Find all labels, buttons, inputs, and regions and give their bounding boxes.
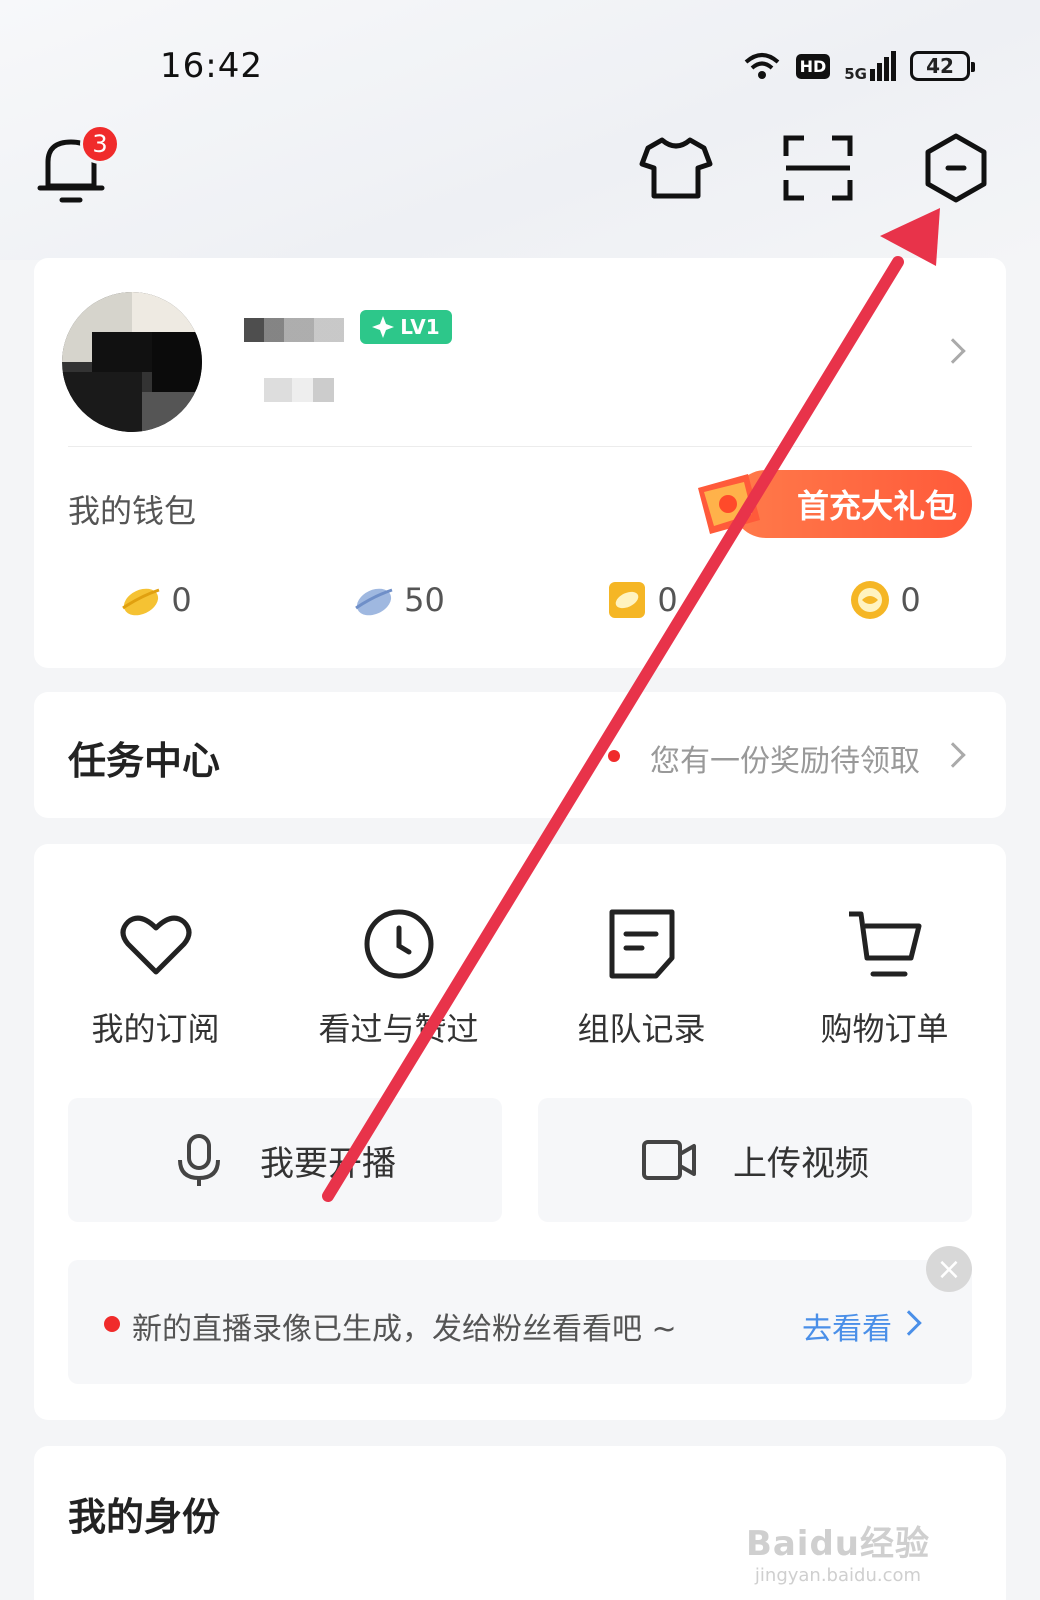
tshirt-icon[interactable] xyxy=(638,130,714,206)
user-id-blurred xyxy=(264,378,334,402)
history-likes-button[interactable]: 看过与赞过 xyxy=(277,904,520,1050)
watermark: Baidu经验 jingyan.baidu.com xyxy=(746,1516,930,1586)
silver-bean-icon xyxy=(355,588,393,616)
avatar[interactable] xyxy=(62,292,202,432)
chevron-right-icon xyxy=(896,1310,922,1336)
chevron-right-icon xyxy=(940,338,966,364)
scan-icon[interactable] xyxy=(780,130,856,206)
level-label: LV1 xyxy=(400,315,440,339)
coin-value: 0 xyxy=(900,581,921,619)
gold-bean-value: 0 xyxy=(171,581,192,619)
coupon-icon xyxy=(609,582,646,618)
task-reward-tip: 您有一份奖励待领取 xyxy=(650,744,920,779)
wallet-balances: 0 50 0 0 xyxy=(34,578,1006,622)
wallet-item-silver-bean[interactable]: 50 xyxy=(277,578,520,622)
status-icons: HD 5G 42 xyxy=(742,50,975,83)
silver-bean-value: 50 xyxy=(404,581,445,619)
profile-row[interactable]: LV1 xyxy=(34,258,1006,446)
function-label: 购物订单 xyxy=(820,1010,949,1048)
my-subscriptions-button[interactable]: 我的订阅 xyxy=(34,904,277,1050)
battery-icon: 42 xyxy=(910,51,975,81)
watermark-logo: Baidu经验 xyxy=(745,1524,930,1564)
clock: 16:42 xyxy=(160,46,263,86)
shopping-orders-button[interactable]: 购物订单 xyxy=(763,904,1006,1050)
watermark-url: jingyan.baidu.com xyxy=(754,1565,922,1586)
function-label: 看过与赞过 xyxy=(318,1010,479,1048)
notice-go-see-link[interactable]: 去看看 xyxy=(802,1304,892,1348)
network-label: 5G xyxy=(844,65,867,83)
go-live-label: 我要开播 xyxy=(260,1143,396,1184)
status-bar: 16:42 HD 5G 42 xyxy=(0,0,1040,120)
level-badge: LV1 xyxy=(360,310,452,344)
notice-dot xyxy=(104,1316,120,1332)
coin-icon xyxy=(851,581,890,619)
upload-video-button[interactable]: 上传视频 xyxy=(538,1098,972,1222)
task-center-title: 任务中心 xyxy=(68,739,221,783)
gold-bean-icon xyxy=(122,588,160,616)
upload-video-label: 上传视频 xyxy=(733,1143,869,1184)
wallet-item-coin[interactable]: 0 xyxy=(763,578,1006,622)
username-blurred xyxy=(244,318,344,342)
clock-icon xyxy=(364,909,433,979)
function-label: 我的订阅 xyxy=(91,1010,220,1048)
note-icon xyxy=(609,909,674,979)
chevron-right-icon xyxy=(940,742,966,768)
notification-badge: 3 xyxy=(80,124,120,164)
signal-icon xyxy=(870,51,896,81)
notice-bar: 新的直播录像已生成，发给粉丝看看吧 ~ 去看看 xyxy=(68,1260,972,1384)
functions-card: 我的订阅 看过与赞过 组队记录 购物订单 我要开播 上传视频 新的直播录像已生成… xyxy=(34,844,1006,1420)
task-unread-dot xyxy=(608,750,620,762)
sparkle-icon xyxy=(372,316,395,338)
hd-badge: HD xyxy=(795,53,831,79)
function-grid: 我的订阅 看过与赞过 组队记录 购物订单 xyxy=(34,904,1006,1050)
top-bar: 3 xyxy=(0,120,1040,220)
settings-icon[interactable] xyxy=(918,130,994,206)
heart-icon xyxy=(120,915,191,975)
notice-text: 新的直播录像已生成，发给粉丝看看吧 ~ xyxy=(132,1312,677,1347)
divider xyxy=(68,446,972,447)
wallet-item-coupon[interactable]: 0 xyxy=(520,578,763,622)
identity-card: 我的身份 Baidu经验 jingyan.baidu.com xyxy=(34,1446,1006,1600)
cart-icon xyxy=(848,911,921,977)
coupon-value: 0 xyxy=(657,581,678,619)
wallet-item-gold-bean[interactable]: 0 xyxy=(34,578,277,622)
task-center-card[interactable]: 任务中心 您有一份奖励待领取 xyxy=(34,692,1006,818)
video-camera-icon xyxy=(642,1140,696,1180)
identity-title: 我的身份 xyxy=(68,1495,221,1539)
close-icon[interactable]: × xyxy=(926,1246,972,1292)
team-records-button[interactable]: 组队记录 xyxy=(520,904,763,1050)
signal-indicator: 5G xyxy=(844,51,896,83)
first-recharge-gift-button[interactable]: 首充大礼包 xyxy=(732,470,972,538)
profile-card: LV1 我的钱包 首充大礼包 0 50 0 0 xyxy=(34,258,1006,668)
function-label: 组队记录 xyxy=(577,1010,706,1048)
go-live-button[interactable]: 我要开播 xyxy=(68,1098,502,1222)
wifi-icon xyxy=(744,53,779,79)
wallet-title[interactable]: 我的钱包 xyxy=(68,486,196,532)
microphone-icon xyxy=(178,1134,220,1186)
gift-box-icon xyxy=(698,474,760,534)
